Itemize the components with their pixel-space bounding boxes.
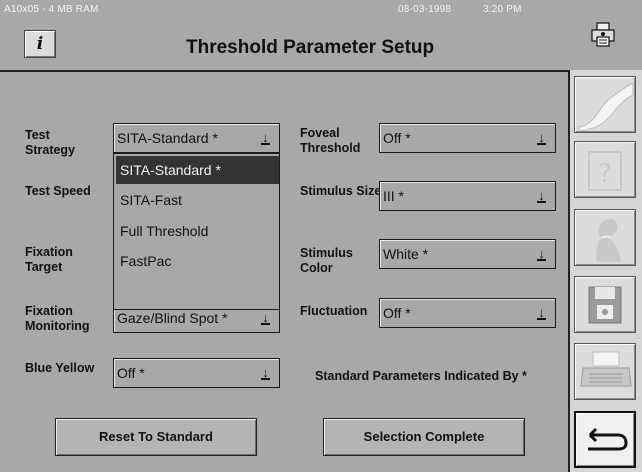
foveal-threshold-label-line1: Foveal	[300, 126, 340, 140]
floppy-disk-button[interactable]	[574, 276, 636, 333]
system-time: 3:20 PM	[483, 4, 522, 15]
fluctuation-value: Off *	[383, 305, 411, 321]
blue-yellow-select[interactable]: Off * ↓	[113, 358, 280, 388]
wave-icon	[578, 82, 634, 132]
test-strategy-label-line1: Test	[25, 128, 50, 142]
page-title: Threshold Parameter Setup	[186, 37, 435, 58]
blue-yellow-value: Off *	[117, 365, 145, 381]
system-model-label: A10x05 - 4 MB RAM	[4, 4, 99, 15]
stimulus-color-label-line1: Stimulus	[300, 246, 353, 260]
test-strategy-select[interactable]: SITA-Standard * ↓	[113, 123, 280, 153]
stimulus-color-label-line2: Color	[300, 261, 333, 275]
header-bar: A10x05 - 4 MB RAM 08-03-1998 3:20 PM i T…	[0, 0, 642, 70]
option-full-threshold[interactable]: Full Threshold	[116, 217, 279, 245]
option-fastpac[interactable]: FastPac	[116, 247, 279, 275]
fixation-target-label-line1: Fixation	[25, 245, 73, 259]
dropdown-arrow-icon: ↓	[535, 305, 548, 321]
return-arrow-icon	[588, 427, 628, 451]
foveal-threshold-value: Off *	[383, 130, 411, 146]
dropdown-arrow-icon: ↓	[535, 188, 548, 204]
option-sita-fast[interactable]: SITA-Fast	[116, 186, 279, 214]
stimulus-color-label: Stimulus Color	[300, 246, 353, 276]
test-strategy-options: SITA-Standard * SITA-Fast Full Threshold…	[113, 153, 280, 310]
blue-yellow-label: Blue Yellow	[25, 361, 95, 375]
sidebar: ?	[568, 70, 642, 472]
patient-profile-button[interactable]	[574, 209, 636, 266]
fixation-monitoring-value: Gaze/Blind Spot *	[117, 310, 228, 326]
patient-profile-icon	[596, 218, 621, 262]
stimulus-size-label: Stimulus Size	[300, 184, 382, 198]
dropdown-arrow-icon: ↓	[259, 130, 272, 146]
stimulus-size-value: III *	[383, 188, 405, 204]
test-speed-label: Test Speed	[25, 184, 91, 198]
wave-button[interactable]	[574, 76, 636, 133]
fixation-target-label-line2: Target	[25, 260, 63, 274]
dropdown-arrow-icon: ↓	[259, 365, 272, 381]
help-icon: ?	[588, 151, 622, 191]
foveal-threshold-select[interactable]: Off * ↓	[379, 123, 556, 153]
test-strategy-label-line2: Strategy	[25, 143, 76, 157]
info-button[interactable]: i	[24, 30, 56, 58]
fluctuation-label: Fluctuation	[300, 304, 368, 318]
selection-complete-button[interactable]: Selection Complete	[323, 418, 525, 456]
fixation-target-label: Fixation Target	[25, 245, 73, 275]
printer-icon	[580, 351, 632, 387]
return-button[interactable]	[574, 411, 636, 468]
printer-button[interactable]	[574, 343, 636, 400]
help-button[interactable]: ?	[574, 141, 636, 198]
fixation-monitoring-label-line1: Fixation	[25, 304, 73, 318]
dropdown-arrow-icon: ↓	[535, 246, 548, 262]
printer-lock-icon[interactable]	[590, 22, 616, 48]
stimulus-color-value: White *	[383, 246, 429, 262]
dropdown-arrow-icon: ↓	[535, 130, 548, 146]
svg-text:?: ?	[598, 159, 612, 189]
dropdown-arrow-icon: ↓	[259, 310, 272, 326]
foveal-threshold-label: Foveal Threshold	[300, 126, 360, 156]
test-strategy-value: SITA-Standard *	[117, 130, 218, 146]
option-sita-standard[interactable]: SITA-Standard *	[116, 156, 279, 184]
foveal-threshold-label-line2: Threshold	[300, 141, 361, 155]
fixation-monitoring-label: Fixation Monitoring	[25, 304, 90, 334]
test-strategy-label: Test Strategy	[25, 128, 75, 158]
fluctuation-select[interactable]: Off * ↓	[379, 298, 556, 328]
standard-parameters-note: Standard Parameters Indicated By *	[315, 369, 527, 383]
floppy-disk-icon	[588, 286, 622, 324]
reset-to-standard-button[interactable]: Reset To Standard	[55, 418, 257, 456]
info-icon: i	[36, 34, 44, 54]
stimulus-size-select[interactable]: III * ↓	[379, 181, 556, 211]
stimulus-color-select[interactable]: White * ↓	[379, 239, 556, 269]
fixation-monitoring-label-line2: Monitoring	[25, 319, 90, 333]
system-date: 08-03-1998	[398, 4, 452, 15]
